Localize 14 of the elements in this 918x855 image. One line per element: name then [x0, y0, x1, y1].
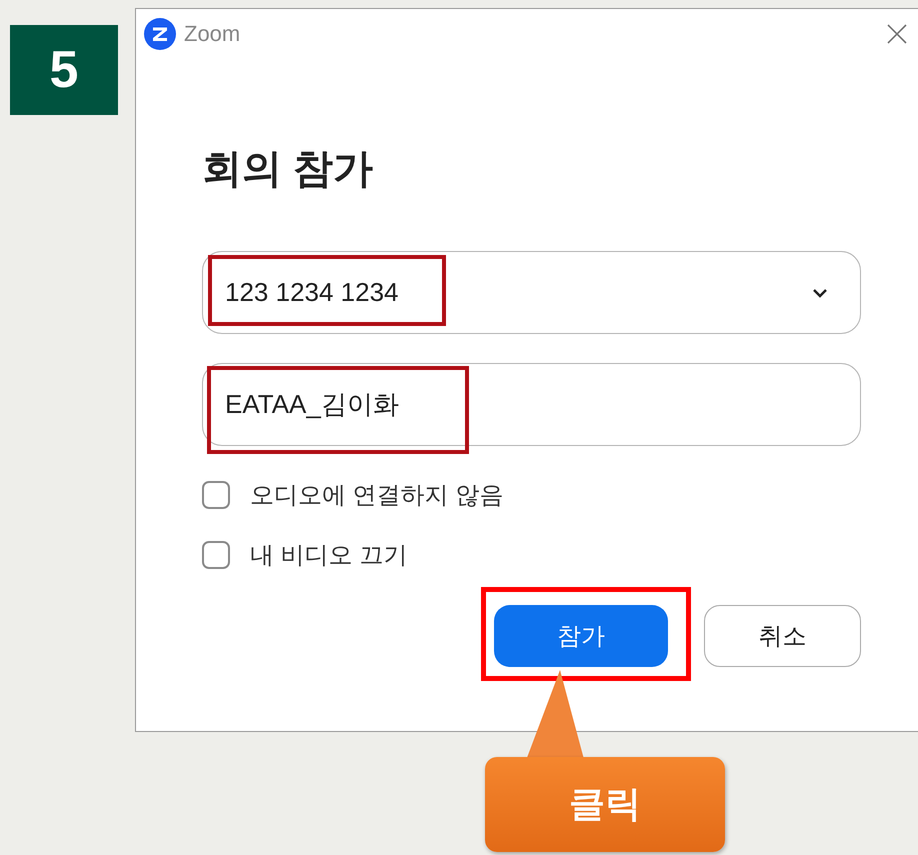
checkbox[interactable] — [202, 541, 230, 569]
window-title: Zoom — [184, 21, 240, 47]
checkbox[interactable] — [202, 481, 230, 509]
zoom-logo-icon — [144, 18, 176, 50]
cancel-button[interactable]: 취소 — [704, 605, 861, 667]
close-icon[interactable] — [886, 23, 908, 45]
dialog-heading: 회의 참가 — [202, 146, 374, 193]
step-number: 5 — [10, 25, 118, 115]
name-field[interactable]: EATAA_김이화 — [202, 363, 861, 446]
meeting-id-field[interactable]: 123 1234 1234 — [202, 251, 861, 334]
checkbox-label: 내 비디오 끄기 — [250, 541, 408, 571]
checkbox-label: 오디오에 연결하지 않음 — [250, 481, 504, 511]
join-button[interactable]: 참가 — [494, 605, 668, 667]
callout-label: 클릭 — [485, 757, 725, 852]
